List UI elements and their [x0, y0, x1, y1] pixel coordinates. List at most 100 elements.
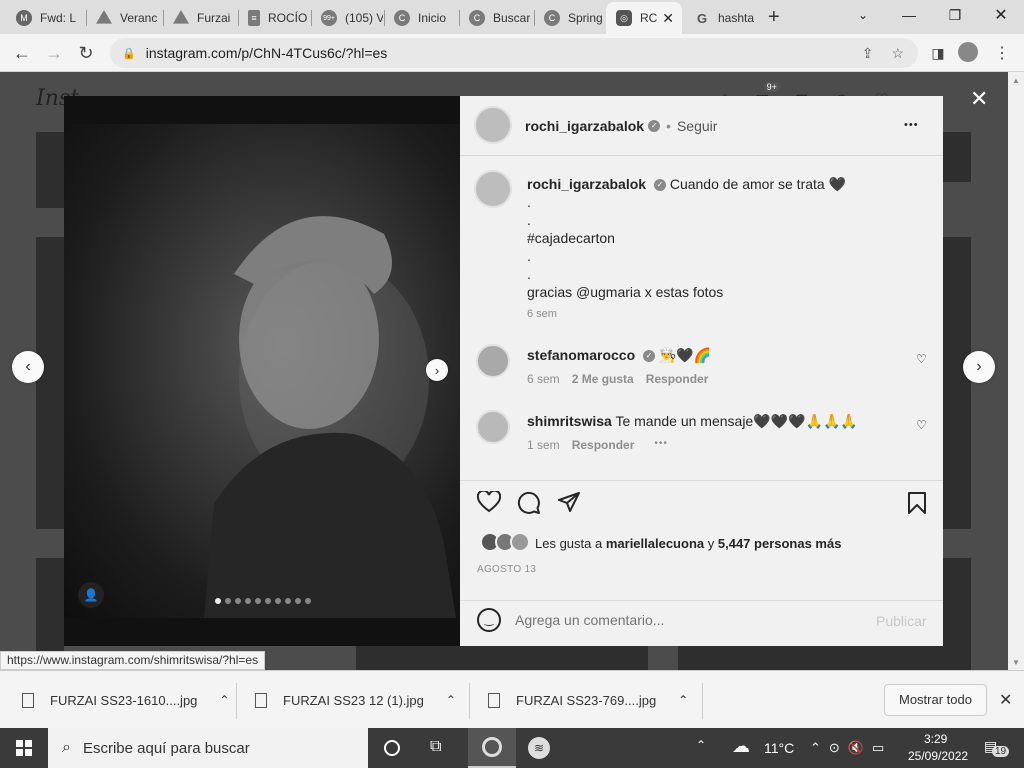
close-window-icon[interactable]: ✕ — [978, 0, 1024, 30]
comment-username[interactable]: stefanomarocco — [527, 347, 635, 363]
tab-title: ROCÍO — [268, 11, 308, 25]
address-bar[interactable]: 🔒 instagram.com/p/ChN-4TCus6c/?hl=es ⇪ ☆ — [110, 38, 918, 68]
profile-avatar[interactable] — [958, 42, 978, 62]
tab-4[interactable]: 99+ (105) V — [311, 4, 383, 32]
download-item-1[interactable]: FURZAI SS23 12 (1).jpg ⌃ — [255, 685, 456, 715]
share-icon[interactable]: ⇪ — [862, 45, 874, 62]
tab-3[interactable]: ≡ ROCÍO — [238, 4, 310, 32]
chevron-up-icon[interactable]: ⌃ — [678, 693, 688, 707]
bookmark-star-icon[interactable]: ☆ — [891, 45, 904, 62]
save-bookmark-icon[interactable] — [907, 492, 927, 514]
page-icon: C — [469, 10, 485, 26]
windows-start-icon[interactable] — [16, 740, 32, 756]
volume-muted-icon[interactable]: 🔇 — [848, 740, 864, 756]
system-tray-icons[interactable]: ⌃ ⊙ 🔇 ▭ — [810, 740, 884, 756]
download-item-0[interactable]: FURZAI SS23-1610....jpg ⌃ — [22, 685, 229, 715]
comment-reply-button[interactable]: Responder — [572, 438, 635, 452]
whatsapp-icon: 99+ — [321, 10, 337, 26]
clock-time[interactable]: 3:29 — [924, 732, 947, 746]
tab-2[interactable]: Furzai — [163, 4, 237, 32]
download-item-2[interactable]: FURZAI SS23-769....jpg ⌃ — [488, 685, 688, 715]
comment-more-icon[interactable]: ••• — [654, 438, 668, 452]
chrome-taskbar-icon[interactable] — [468, 728, 516, 768]
tab-9[interactable]: G hashta — [684, 4, 758, 32]
lock-icon: 🔒 — [122, 47, 136, 60]
tab-5[interactable]: C Inicio — [384, 4, 458, 32]
page-scrollbar[interactable]: ▲ ▼ — [1008, 72, 1024, 670]
chevron-up-icon[interactable]: ⌃ — [810, 740, 821, 756]
reload-icon[interactable]: ↻ — [74, 41, 98, 65]
show-all-downloads-button[interactable]: Mostrar todo — [884, 684, 987, 716]
post-date[interactable]: AGOSTO 13 — [477, 564, 536, 575]
tab-title: Spring — [568, 11, 603, 25]
task-view-icon[interactable]: ⧉ — [430, 738, 441, 756]
tab-1[interactable]: Veranc — [86, 4, 162, 32]
likers-avatars[interactable] — [480, 532, 534, 554]
commenter-avatar[interactable] — [476, 410, 510, 444]
new-tab-icon[interactable]: + — [768, 6, 780, 29]
more-options-icon[interactable]: ••• — [904, 119, 919, 131]
caption-author-avatar[interactable] — [474, 170, 512, 208]
tab-title: hashta — [718, 11, 755, 25]
comment-bubble-icon[interactable] — [517, 491, 541, 515]
author-avatar[interactable] — [474, 106, 512, 144]
comment-input[interactable] — [515, 609, 855, 631]
restore-icon[interactable]: ❐ — [932, 0, 978, 30]
comment-time[interactable]: 1 sem — [527, 438, 560, 452]
comment-time[interactable]: 6 sem — [527, 372, 560, 386]
tab-7[interactable]: C Spring — [534, 4, 606, 32]
file-icon — [488, 692, 500, 708]
author-username[interactable]: rochi_igarzabalok — [525, 118, 644, 134]
weather-cloud-icon[interactable]: ☁ — [732, 736, 750, 757]
close-downloads-icon[interactable]: ✕ — [999, 690, 1012, 710]
tab-6[interactable]: C Buscar — [459, 4, 533, 32]
forward-icon[interactable]: → — [42, 41, 66, 65]
temperature[interactable]: 11°C — [764, 740, 794, 756]
cortana-icon[interactable] — [384, 740, 400, 756]
menu-icon[interactable]: ⋮ — [990, 41, 1014, 65]
drive-icon — [96, 10, 112, 24]
page-icon: C — [544, 10, 560, 26]
spotify-icon[interactable]: ≋ — [528, 737, 550, 759]
previous-post-button[interactable]: ‹ — [12, 351, 44, 383]
chevron-up-icon[interactable]: ⌃ — [446, 693, 456, 707]
caption-line: . — [527, 266, 531, 282]
caption-timestamp[interactable]: 6 sem — [527, 305, 927, 323]
caption-author-username[interactable]: rochi_igarzabalok — [527, 176, 646, 192]
side-panel-icon[interactable]: ◨ — [926, 41, 950, 65]
emoji-icon[interactable]: ‿ — [477, 608, 501, 632]
comment-reply-button[interactable]: Responder — [646, 372, 709, 386]
separator-dot: • — [666, 118, 671, 134]
follow-button[interactable]: Seguir — [677, 118, 717, 134]
likes-user[interactable]: mariellalecuona — [606, 536, 704, 551]
minimize-icon[interactable]: — — [886, 0, 932, 30]
hidden-icons-chevron[interactable]: ⌃ — [696, 738, 706, 752]
comment-username[interactable]: shimritswisa — [527, 413, 612, 429]
publish-button[interactable]: Publicar — [876, 613, 927, 629]
taskbar-search-box[interactable]: ⌕ Escribe aquí para buscar — [48, 728, 368, 768]
tab-search-icon[interactable]: ⌄ — [840, 0, 886, 30]
like-comment-heart-icon[interactable]: ♡ — [916, 418, 927, 432]
meet-now-icon[interactable]: ⊙ — [829, 740, 840, 756]
commenter-avatar[interactable] — [476, 344, 510, 378]
share-paper-plane-icon[interactable] — [557, 491, 581, 513]
tab-0[interactable]: M Fwd: L — [6, 4, 84, 32]
tab-title: Buscar — [493, 11, 531, 25]
clock-date[interactable]: 25/09/2022 — [908, 749, 968, 763]
tab-title: RC — [640, 11, 658, 25]
next-post-button[interactable]: › — [963, 351, 995, 383]
network-icon[interactable]: ▭ — [872, 740, 884, 756]
tagged-people-icon[interactable]: 👤 — [78, 582, 104, 608]
likes-count[interactable]: 5,447 personas más — [718, 536, 842, 551]
like-heart-icon[interactable] — [477, 491, 501, 513]
close-tab-icon[interactable]: ✕ — [662, 10, 674, 27]
post-photo[interactable]: › 👤 — [64, 96, 460, 646]
back-icon[interactable]: ← — [10, 41, 34, 65]
close-modal-icon[interactable]: ✕ — [970, 86, 988, 112]
chevron-up-icon[interactable]: ⌃ — [219, 693, 229, 707]
next-image-button[interactable]: › — [426, 359, 448, 381]
caption-hashtag[interactable]: #cajadecarton — [527, 229, 927, 247]
tab-8-active[interactable]: ◎ RC ✕ — [606, 2, 682, 34]
like-comment-heart-icon[interactable]: ♡ — [916, 352, 927, 366]
comment-likes[interactable]: 2 Me gusta — [572, 372, 634, 386]
